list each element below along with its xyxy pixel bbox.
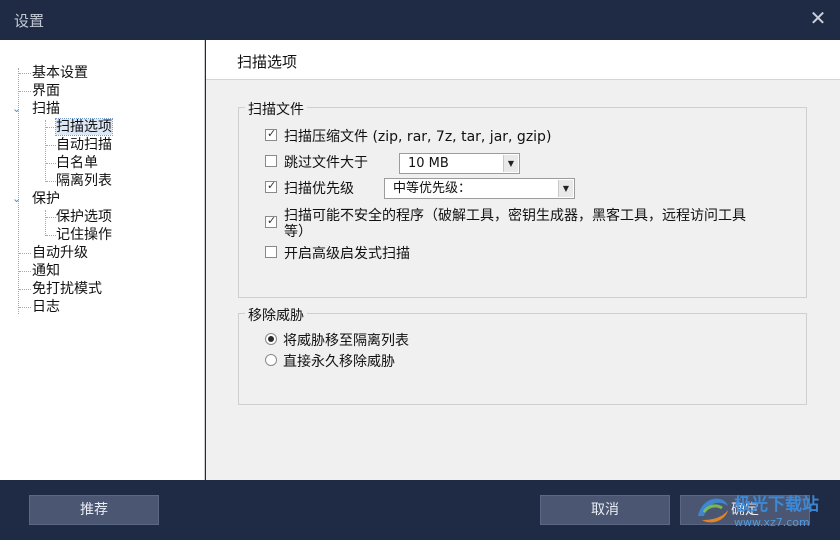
- remove-threats-group: 移除威胁 将威胁移至隔离列表 直接永久移除威胁: [238, 305, 807, 405]
- nav-item-label: 自动升级: [32, 245, 88, 261]
- quarantine-label: 将威胁移至隔离列表: [283, 333, 409, 349]
- size-limit-value: 10 MB: [408, 156, 449, 171]
- tree-line: [46, 145, 56, 146]
- skip-large-files-label: 跳过文件大于: [284, 155, 368, 171]
- nav-item-auto-scan[interactable]: 自动扫描: [56, 136, 112, 154]
- tree-line: [46, 127, 56, 128]
- nav-item-interface[interactable]: 界面: [32, 82, 60, 100]
- scan-priority-checkbox[interactable]: [265, 179, 277, 193]
- tree-line: [19, 253, 31, 254]
- tree-line: [19, 289, 31, 290]
- nav-item-label: 自动扫描: [56, 137, 112, 153]
- recommend-button[interactable]: 推荐: [29, 495, 159, 525]
- heuristic-scan-checkbox[interactable]: [265, 246, 277, 258]
- skip-large-files-checkbox[interactable]: [265, 155, 277, 167]
- priority-value: 中等优先级：: [393, 181, 472, 196]
- settings-nav-tree: ⌄ ⌄ 基本设置 界面 扫描 扫描选项 自动扫描 白名单 隔离列表 保护 保护选…: [0, 40, 205, 480]
- nav-item-notifications[interactable]: 通知: [32, 262, 60, 280]
- nav-item-label: 保护: [32, 191, 60, 207]
- nav-item-do-not-disturb[interactable]: 免打扰模式: [32, 280, 102, 298]
- title-bar: 设置 ✕: [0, 0, 840, 40]
- tree-line: [46, 235, 56, 236]
- nav-item-label: 保护选项: [56, 209, 112, 225]
- group-title: 扫描文件: [245, 99, 307, 119]
- tree-line: [46, 163, 56, 164]
- nav-item-label: 记住操作: [56, 227, 112, 243]
- chevron-down-icon[interactable]: ⌄: [12, 193, 22, 204]
- nav-item-logs[interactable]: 日志: [32, 298, 60, 316]
- tree-line: [19, 307, 31, 308]
- nav-item-protection[interactable]: 保护: [32, 190, 60, 208]
- scan-pua-label: 扫描可能不安全的程序（破解工具，密钥生成器，黑客工具，远程访问工具: [284, 208, 746, 224]
- nav-item-label: 基本设置: [32, 65, 88, 81]
- nav-item-whitelist[interactable]: 白名单: [56, 154, 98, 172]
- nav-item-basic-settings[interactable]: 基本设置: [32, 64, 88, 82]
- quarantine-radio[interactable]: [265, 333, 277, 345]
- heuristic-scan-label: 开启高级启发式扫描: [284, 246, 410, 262]
- nav-item-label: 扫描: [32, 101, 60, 117]
- priority-select[interactable]: 中等优先级： ▼: [384, 178, 575, 199]
- tree-line: [19, 73, 31, 74]
- ok-button[interactable]: 确定: [680, 495, 810, 525]
- nav-item-scan[interactable]: 扫描: [32, 100, 60, 118]
- nav-item-label: 扫描选项: [55, 118, 113, 136]
- nav-item-label: 日志: [32, 299, 60, 315]
- scan-pua-checkbox[interactable]: [265, 214, 277, 228]
- nav-item-scan-options[interactable]: 扫描选项: [55, 118, 113, 136]
- dropdown-arrow-icon: ▼: [558, 180, 573, 197]
- settings-content: 扫描选项 扫描文件 扫描压缩文件 (zip, rar, 7z, tar, jar…: [206, 40, 840, 480]
- delete-permanently-label: 直接永久移除威胁: [283, 354, 395, 370]
- cancel-button[interactable]: 取消: [540, 495, 670, 525]
- nav-item-auto-update[interactable]: 自动升级: [32, 244, 88, 262]
- footer-bar: 推荐 取消 确定: [0, 480, 840, 540]
- page-title: 扫描选项: [237, 53, 298, 71]
- tree-line: [45, 210, 46, 236]
- close-icon[interactable]: ✕: [806, 6, 830, 30]
- tree-line: [46, 181, 56, 182]
- chevron-down-icon[interactable]: ⌄: [12, 103, 22, 114]
- window-title: 设置: [14, 12, 45, 30]
- page-header: 扫描选项: [206, 40, 840, 80]
- delete-permanently-radio[interactable]: [265, 354, 277, 366]
- tree-line: [19, 91, 31, 92]
- size-limit-select[interactable]: 10 MB ▼: [399, 153, 520, 174]
- scan-archives-checkbox[interactable]: [265, 127, 277, 141]
- nav-item-remember-actions[interactable]: 记住操作: [56, 226, 112, 244]
- tree-line: [45, 120, 46, 182]
- nav-item-label: 界面: [32, 83, 60, 99]
- nav-item-label: 隔离列表: [56, 173, 112, 189]
- group-title: 移除威胁: [245, 305, 307, 325]
- tree-line: [46, 217, 56, 218]
- tree-line: [19, 271, 31, 272]
- scan-archives-label: 扫描压缩文件 (zip, rar, 7z, tar, jar, gzip): [284, 129, 552, 145]
- scan-pua-label-cont: 等）: [284, 224, 312, 240]
- nav-item-label: 通知: [32, 263, 60, 279]
- scan-priority-label: 扫描优先级: [284, 181, 354, 197]
- nav-item-label: 免打扰模式: [32, 281, 102, 297]
- nav-item-label: 白名单: [56, 155, 98, 171]
- scan-files-group: 扫描文件 扫描压缩文件 (zip, rar, 7z, tar, jar, gzi…: [238, 99, 807, 298]
- nav-item-quarantine[interactable]: 隔离列表: [56, 172, 112, 190]
- nav-item-protection-options[interactable]: 保护选项: [56, 208, 112, 226]
- dropdown-arrow-icon: ▼: [503, 155, 518, 172]
